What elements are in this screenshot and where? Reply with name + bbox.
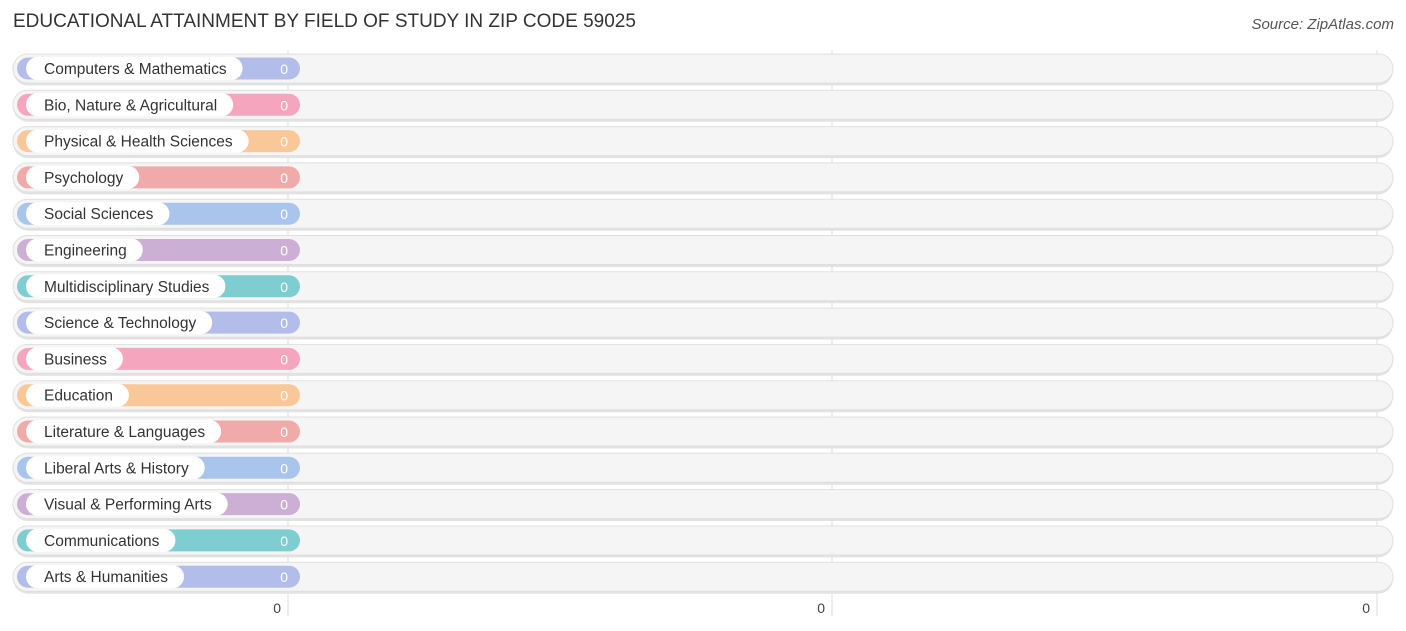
value-label: 0 (280, 206, 288, 222)
category-label: Communications (44, 533, 160, 550)
category-label: Science & Technology (44, 315, 196, 332)
table-row: Literature & Languages 0 (12, 416, 1394, 449)
category-label: Bio, Nature & Agricultural (44, 97, 217, 114)
category-label: Literature & Languages (44, 424, 205, 441)
table-row: Arts & Humanities 0 (12, 561, 1394, 594)
x-tick-label: 0 (817, 600, 825, 616)
category-label: Visual & Performing Arts (44, 497, 212, 514)
value-label: 0 (280, 388, 288, 404)
category-label: Engineering (44, 243, 127, 260)
category-label: Business (44, 351, 107, 368)
table-row: Visual & Performing Arts 0 (12, 489, 1394, 522)
value-label: 0 (280, 424, 288, 440)
table-row: Social Sciences 0 (12, 198, 1394, 231)
category-label: Computers & Mathematics (44, 61, 227, 78)
value-label: 0 (280, 97, 288, 113)
value-label: 0 (280, 243, 288, 259)
table-row: Business 0 (12, 343, 1394, 376)
value-label: 0 (280, 279, 288, 295)
x-tick-label: 0 (273, 600, 281, 616)
table-row: Psychology 0 (12, 162, 1394, 195)
table-row: Computers & Mathematics 0 (12, 53, 1394, 86)
table-row: Bio, Nature & Agricultural 0 (12, 89, 1394, 122)
category-label: Psychology (44, 170, 124, 187)
table-row: Communications 0 (12, 525, 1394, 558)
value-label: 0 (280, 569, 288, 585)
category-label: Multidisciplinary Studies (44, 279, 210, 296)
value-label: 0 (280, 134, 288, 150)
table-row: Education 0 (12, 380, 1394, 413)
value-label: 0 (280, 351, 288, 367)
table-row: Multidisciplinary Studies 0 (12, 271, 1394, 304)
value-label: 0 (280, 315, 288, 331)
category-label: Education (44, 388, 113, 405)
value-label: 0 (280, 61, 288, 77)
category-label: Physical & Health Sciences (44, 134, 233, 151)
category-label: Liberal Arts & History (44, 460, 189, 477)
category-label: Arts & Humanities (44, 569, 168, 586)
table-row: Liberal Arts & History 0 (12, 452, 1394, 485)
value-label: 0 (280, 170, 288, 186)
table-row: Engineering 0 (12, 235, 1394, 267)
value-label: 0 (280, 533, 288, 549)
bar-rows: Computers & Mathematics 0Bio, Nature & Ag… (12, 53, 1394, 594)
table-row: Physical & Health Sciences 0 (12, 126, 1394, 159)
x-axis-ticks: 0 0 0 (273, 600, 1370, 616)
table-row: Science & Technology 0 (12, 307, 1394, 340)
x-tick-label: 0 (1362, 600, 1370, 616)
bar-chart: Computers & Mathematics 0Bio, Nature & Ag… (12, 50, 1394, 616)
value-label: 0 (280, 460, 288, 476)
category-label: Social Sciences (44, 206, 154, 223)
value-label: 0 (280, 497, 288, 513)
